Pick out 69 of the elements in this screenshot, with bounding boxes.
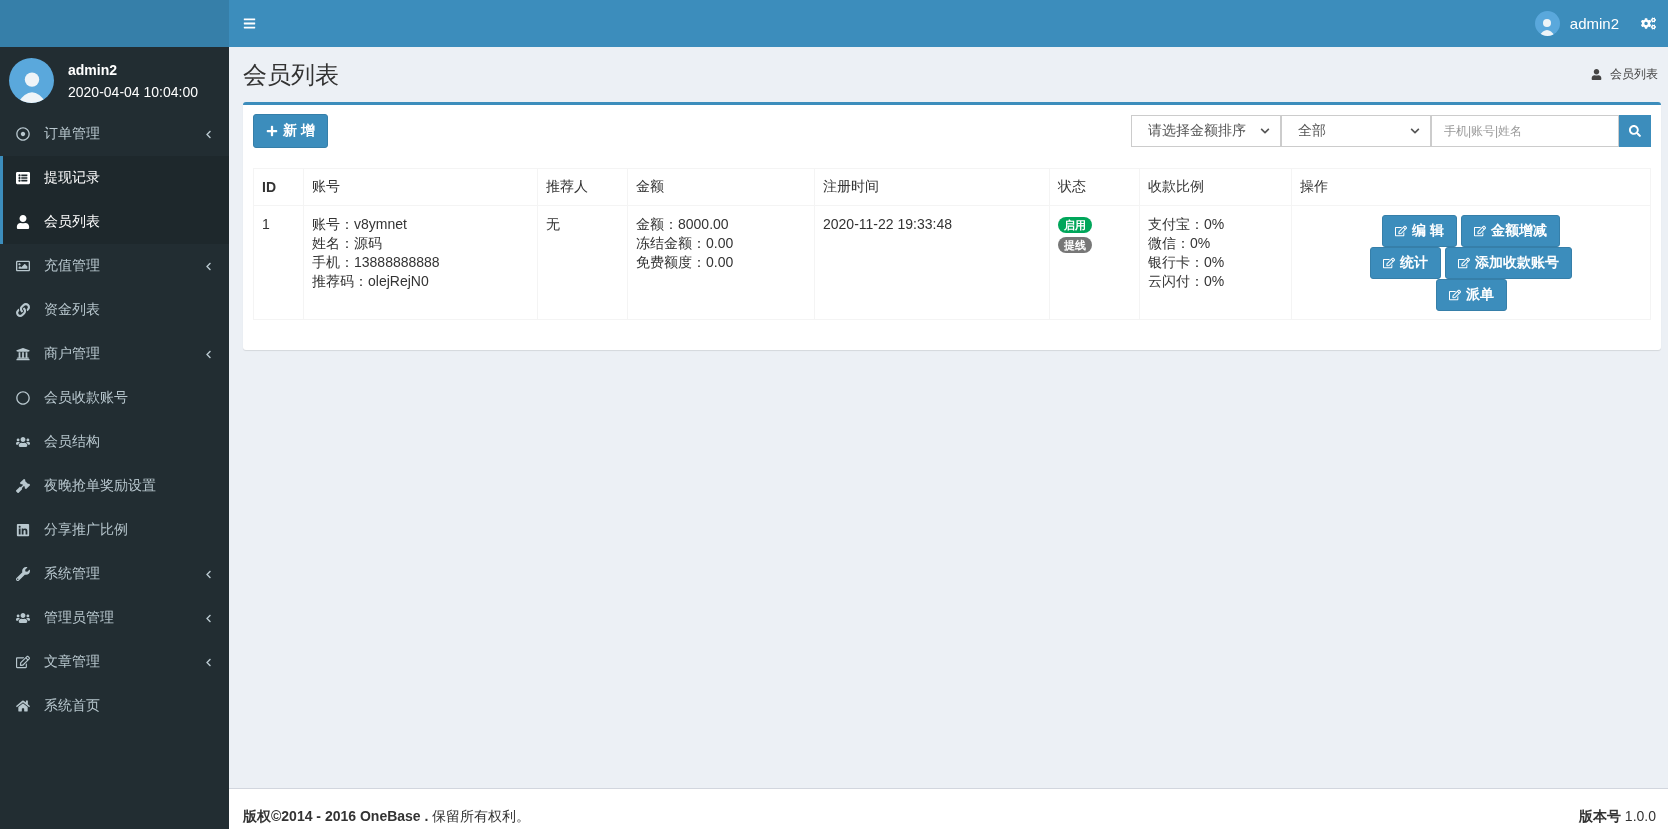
column-header: 注册时间 — [814, 168, 1050, 206]
sidebar-item[interactable]: 夜晚抢单奖励设置 — [0, 464, 229, 508]
sidebar-item[interactable]: 系统管理 — [0, 552, 229, 596]
avatar[interactable] — [1534, 11, 1560, 36]
column-header: 金额 — [627, 168, 815, 206]
edit-icon — [1448, 289, 1461, 301]
copyright-text: 版权©2014 - 2016 OneBase . 保留所有权利。 — [243, 808, 532, 826]
ratio-detail: 微信：0% — [1148, 234, 1212, 253]
sidebar-item[interactable]: 管理员管理 — [0, 596, 229, 640]
add-button[interactable]: 新 增 — [253, 114, 328, 148]
sidebar-item[interactable]: 订单管理 — [0, 112, 229, 156]
column-header: 收款比例 — [1139, 168, 1292, 206]
account-detail: 推荐码：olejRejN0 — [312, 272, 430, 291]
action-button[interactable]: 金额增减 — [1460, 215, 1560, 247]
amount-detail: 金额：8000.00 — [636, 215, 730, 234]
edit-icon — [1473, 225, 1486, 237]
action-button[interactable]: 派单 — [1435, 279, 1507, 311]
column-header: 账号 — [303, 168, 538, 206]
table-cell: 1 — [253, 205, 304, 320]
version-text: 版本号 1.0.0 — [1578, 808, 1656, 826]
action-button[interactable]: 添加收款账号 — [1445, 247, 1572, 279]
sidebar-item[interactable]: 会员列表 — [0, 200, 229, 244]
column-header: ID — [253, 168, 304, 206]
user-name: admin2 — [68, 61, 118, 78]
table-cell: 2020-11-22 19:33:48 — [814, 205, 1050, 320]
plus-icon — [266, 125, 278, 137]
breadcrumb[interactable]: 会员列表 — [1610, 66, 1658, 83]
status-badge: 启用 — [1058, 217, 1092, 233]
account-detail: 姓名：源码 — [312, 234, 383, 253]
account-detail: 手机：13888888888 — [312, 253, 441, 272]
ratio-detail: 银行卡：0% — [1148, 253, 1226, 272]
column-header: 状态 — [1049, 168, 1140, 206]
settings-icon[interactable] — [1641, 16, 1656, 31]
sidebar-item[interactable]: 文章管理 — [0, 640, 229, 684]
sidebar-item[interactable]: 充值管理 — [0, 244, 229, 288]
sidebar-item[interactable]: 提现记录 — [0, 156, 229, 200]
amount-detail: 免费额度：0.00 — [636, 253, 735, 272]
sort-select[interactable]: 请选择金额排序 — [1131, 115, 1281, 147]
sidebar-item[interactable]: 分享推广比例 — [0, 508, 229, 552]
search-button[interactable] — [1619, 115, 1651, 147]
ratio-detail: 支付宝：0% — [1148, 215, 1226, 234]
column-header: 推荐人 — [537, 168, 628, 206]
sidebar-item[interactable]: 会员收款账号 — [0, 376, 229, 420]
account-detail: 账号：v8ymnet — [312, 215, 408, 234]
column-header: 操作 — [1291, 168, 1651, 206]
login-time: 2020-04-04 10:04:00 — [68, 83, 198, 100]
table-cell: 无 — [537, 205, 628, 320]
edit-icon — [1383, 257, 1395, 269]
status-badge: 提线 — [1058, 237, 1092, 253]
search-field[interactable]: 手机|账号|姓名 — [1431, 115, 1619, 147]
sidebar-item[interactable]: 资金列表 — [0, 288, 229, 332]
action-button[interactable]: 统计 — [1370, 247, 1441, 279]
search-icon — [1629, 125, 1641, 137]
edit-icon — [1395, 225, 1408, 237]
status-select[interactable]: 全部 — [1281, 115, 1431, 147]
chevron-down-icon — [1410, 126, 1420, 136]
sidebar-item[interactable]: 系统首页 — [0, 684, 229, 728]
action-button[interactable]: 编 辑 — [1382, 215, 1457, 247]
edit-icon — [1458, 257, 1470, 269]
sidebar-item[interactable]: 会员结构 — [0, 420, 229, 464]
chevron-down-icon — [1260, 126, 1270, 136]
amount-detail: 冻结金额：0.00 — [636, 234, 735, 253]
avatar — [9, 58, 54, 103]
user-icon — [1591, 69, 1602, 80]
username[interactable]: admin2 — [1569, 15, 1619, 32]
sidebar-item[interactable]: 商户管理 — [0, 332, 229, 376]
ratio-detail: 云闪付：0% — [1148, 272, 1226, 291]
menu-icon[interactable] — [243, 17, 256, 30]
page-title: 会员列表 — [243, 59, 340, 90]
